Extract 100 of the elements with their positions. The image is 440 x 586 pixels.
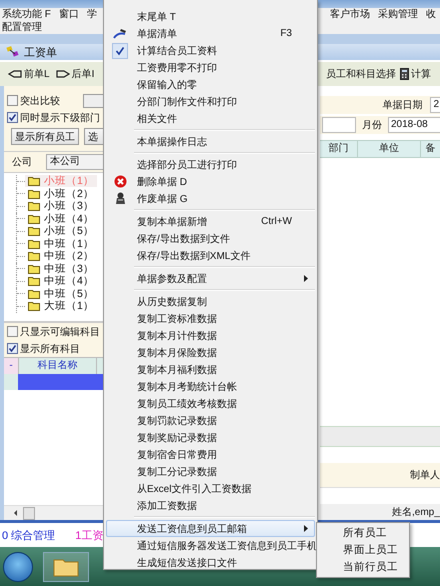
menu-item[interactable]: 保存/导出数据到XML文件	[106, 247, 315, 264]
tree-item[interactable]: 大班（1）	[25, 300, 97, 312]
menu-item[interactable]: 单据清单 F3	[106, 25, 315, 42]
folder-icon	[28, 226, 40, 236]
menu-item[interactable]: 相关文件	[106, 110, 315, 127]
checkbox[interactable]	[7, 326, 18, 337]
menu-item[interactable]: 删除单据 D	[106, 173, 315, 190]
folder-icon	[28, 238, 40, 249]
menu-bar-item[interactable]: 采购管理	[378, 9, 418, 21]
checkbox-label: 只显示可编辑科目	[20, 326, 100, 338]
menu-item[interactable]: 复制罚款记录数据	[106, 412, 315, 429]
menu-item[interactable]: 复制工资标准数据	[106, 310, 315, 327]
table-header-cell: 部门	[320, 141, 358, 157]
menu-item[interactable]: 保留输入的零	[106, 76, 315, 93]
toolbar-button[interactable]: 后单I	[56, 67, 94, 81]
window-icon	[6, 46, 20, 58]
month-field[interactable]: 2018-08	[388, 117, 440, 133]
checkbox-label: 突出比较	[20, 94, 60, 108]
stamp-icon	[114, 192, 126, 205]
window-title: 工资单	[24, 46, 57, 60]
button[interactable]	[83, 94, 103, 108]
folder-icon	[28, 264, 40, 274]
calculator-icon	[400, 68, 409, 80]
button[interactable]: 显示所有员工	[11, 128, 79, 145]
menu-item[interactable]: 复制本单据新增 Ctrl+W	[106, 213, 315, 230]
menu-item[interactable]: 当前行员工	[317, 559, 409, 576]
menu-bar-item[interactable]: 收	[426, 9, 436, 21]
company-label: 公司	[12, 156, 32, 169]
tree-item[interactable]: 中班（3）	[25, 262, 97, 275]
checkbox[interactable]	[7, 95, 18, 106]
tree-item[interactable]: 小班（2）	[25, 188, 97, 200]
menu-item[interactable]: 复制工分记录数据	[106, 463, 315, 480]
taskbar-button[interactable]	[43, 552, 89, 582]
checkbox-label: 同时显示下级部门	[20, 112, 100, 124]
table-header-cell: 单位	[358, 141, 421, 157]
tree-item[interactable]: 中班（4）	[25, 275, 97, 288]
menu-item[interactable]: 所有员工	[317, 525, 409, 542]
toolbar-button[interactable]: 计算	[400, 67, 431, 81]
menu-bar-item[interactable]: 系统功能 F	[2, 9, 51, 21]
menu-item[interactable]: 发送工资信息到员工邮箱	[106, 520, 315, 537]
menu-item[interactable]: 复制本月计件数据	[106, 327, 315, 344]
table-header-cell-text: 备	[424, 142, 436, 156]
folder-icon	[28, 251, 40, 262]
tree-item[interactable]: 小班（5）	[25, 225, 97, 238]
date-field[interactable]: 2	[430, 97, 440, 113]
input-field[interactable]	[322, 117, 356, 133]
menu-item[interactable]: 通过短信服务器发送工资信息到员工手机	[106, 537, 315, 554]
menu-item[interactable]: 选择部分员工进行打印	[106, 156, 315, 173]
window-tab[interactable]: 1工资	[75, 528, 104, 542]
menu-item[interactable]: 生成短信发送接口文件	[106, 554, 315, 571]
submenu-arrow-icon	[304, 275, 308, 282]
maker-label: 制单人	[410, 468, 440, 482]
menu-bar-item[interactable]: 学	[86, 9, 97, 21]
delete-icon	[114, 175, 126, 188]
menu-item[interactable]: 复制宿舍日常费用	[106, 446, 315, 463]
folder-icon	[28, 176, 40, 186]
menu-item[interactable]: 添加工资数据	[106, 497, 315, 514]
menu-item[interactable]: 复制本月考勤统计台帐	[106, 378, 315, 395]
menu-item[interactable]: 末尾单 T	[106, 8, 315, 25]
menu-item[interactable]: 复制员工绩效考核数据	[106, 395, 315, 412]
folder-icon	[28, 288, 40, 299]
pen-icon	[113, 28, 127, 40]
checkbox[interactable]	[7, 112, 18, 123]
tree-item[interactable]: 中班（5）	[25, 288, 97, 300]
menu-item[interactable]: 作废单据 G	[106, 190, 315, 207]
folder-icon	[28, 301, 40, 312]
checkbox[interactable]	[7, 343, 18, 354]
menu-item[interactable]: 从Excel文件引入工资数据	[106, 480, 315, 497]
menu-item[interactable]: 复制本月福利数据	[106, 361, 315, 378]
menu-bar-item[interactable]: 配置管理	[2, 22, 42, 34]
submenu-arrow-icon	[304, 525, 308, 532]
menu-item[interactable]: 本单据操作日志	[106, 133, 315, 150]
menu-item[interactable]: 界面上员工	[317, 542, 409, 559]
scrollbar[interactable]	[4, 505, 103, 520]
menu-item[interactable]: 复制本月保险数据	[106, 344, 315, 361]
company-select[interactable]: 本公司	[46, 154, 103, 170]
tree-item[interactable]: 中班（1）	[25, 238, 97, 250]
toolbar-button[interactable]: 员工和科目选择	[326, 67, 396, 81]
menu-item[interactable]: 单据参数及配置	[106, 270, 315, 287]
start-button[interactable]	[3, 552, 33, 582]
menu-item[interactable]: 分部门制作文件和打印	[106, 93, 315, 110]
menu-item[interactable]: 保存/导出数据到文件	[106, 230, 315, 247]
tree-item[interactable]: 中班（2）	[25, 250, 97, 262]
menu-item[interactable]: 工资费用零不打印	[106, 59, 315, 76]
menu-item[interactable]: 从历史数据复制	[106, 293, 315, 310]
tree-item[interactable]: 小班（4）	[25, 212, 97, 225]
menu-item[interactable]: 计算结合员工资料	[106, 42, 315, 59]
menu-bar-item[interactable]: 窗口	[58, 9, 79, 21]
table-row[interactable]	[4, 374, 103, 390]
folder-icon	[28, 276, 40, 286]
toolbar-button[interactable]: 前单L	[8, 67, 50, 81]
folder-icon	[28, 214, 40, 224]
menu-item[interactable]: 复制奖励记录数据	[106, 429, 315, 446]
window-tab[interactable]: 0 综合管理	[2, 528, 56, 542]
column-header: 姓名,emp_	[392, 506, 440, 519]
folder-icon	[28, 201, 40, 212]
tree-item[interactable]: 小班（3）	[25, 200, 97, 212]
table-header-cell: -	[4, 358, 18, 374]
menu-bar-item[interactable]: 客户市场	[330, 9, 370, 21]
month-label: 月份	[362, 119, 382, 132]
